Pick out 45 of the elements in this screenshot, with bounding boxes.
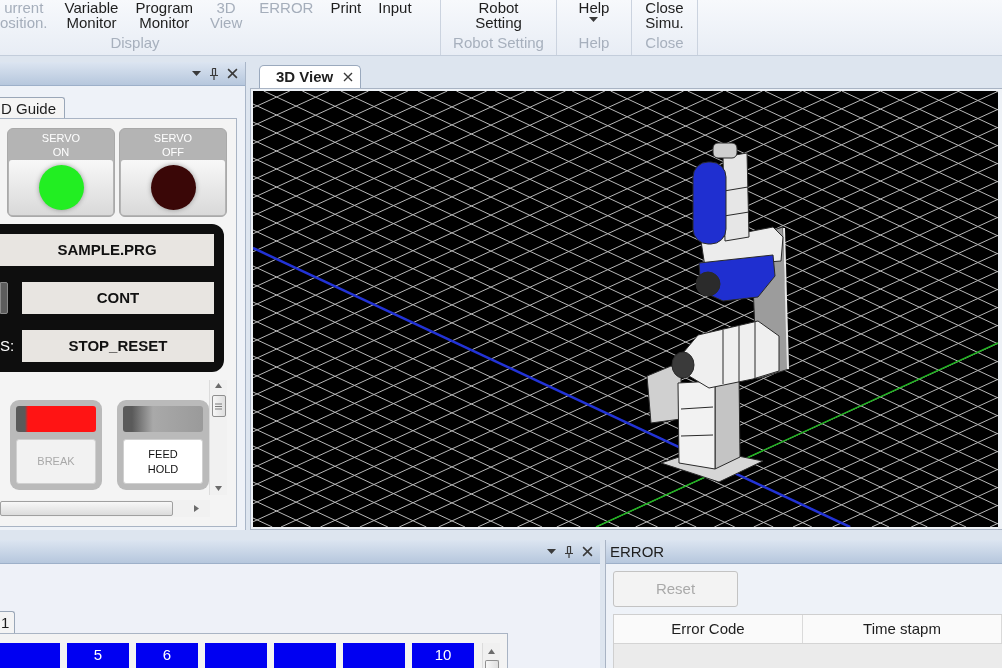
ribbon-button[interactable]: Print xyxy=(330,0,362,15)
close-icon[interactable] xyxy=(227,68,238,79)
panel-title: ERROR xyxy=(610,542,665,561)
value-display: STOP_RESET xyxy=(22,330,214,362)
pin-icon[interactable] xyxy=(210,67,218,80)
arrow-right-icon[interactable] xyxy=(194,505,199,512)
tab[interactable]: 3D View xyxy=(259,65,362,88)
indicator-button[interactable]: FEED HOLD xyxy=(123,439,203,484)
pin-icon[interactable] xyxy=(565,545,573,558)
scrollbar-thumb[interactable] xyxy=(211,395,226,417)
ribbon-button[interactable]: Variable Monitor xyxy=(64,0,119,30)
ribbon-button[interactable]: Input xyxy=(378,0,412,15)
ribbon-button[interactable]: Program Monitor xyxy=(135,0,193,30)
ribbon-group-label: Help xyxy=(577,35,611,51)
blank-tile xyxy=(205,643,267,668)
close-icon[interactable] xyxy=(582,546,593,557)
number-tile: 10 xyxy=(412,643,474,668)
caret-icon xyxy=(589,17,599,22)
ribbon-group-label: Display xyxy=(109,35,161,51)
value-display: CONT xyxy=(22,282,214,314)
number-tile: 5 xyxy=(67,643,129,668)
field-label: S: xyxy=(0,337,16,355)
number-tile: 6 xyxy=(136,643,198,668)
scrollbar-thumb[interactable] xyxy=(484,660,499,668)
caret-icon[interactable] xyxy=(192,71,201,76)
blank-tile xyxy=(0,643,60,668)
close-icon[interactable] xyxy=(343,72,354,82)
caret-icon[interactable] xyxy=(547,549,556,554)
arrow-up-icon[interactable] xyxy=(215,383,222,388)
column-header: Time stapm xyxy=(803,615,1002,643)
program-name-display: SAMPLE.PRG xyxy=(0,234,214,266)
ribbon-group-label: Close xyxy=(644,35,685,51)
ribbon-button[interactable]: Robot Setting xyxy=(475,0,522,30)
ribbon-button[interactable]: Close Simu. xyxy=(645,0,684,30)
blank-tile xyxy=(343,643,405,668)
arrow-up-icon[interactable] xyxy=(488,649,495,654)
arrow-down-icon[interactable] xyxy=(215,486,222,491)
ribbon-group-label: Robot Setting xyxy=(452,35,545,51)
grip-icon xyxy=(215,402,222,410)
scrollbar-thumb[interactable] xyxy=(0,501,173,516)
column-header: Error Code xyxy=(614,615,803,643)
ribbon-button[interactable]: Help xyxy=(578,0,610,22)
tab[interactable]: D Guide xyxy=(0,97,66,118)
blank-tile xyxy=(274,643,336,668)
tab[interactable]: 1 xyxy=(0,611,16,633)
